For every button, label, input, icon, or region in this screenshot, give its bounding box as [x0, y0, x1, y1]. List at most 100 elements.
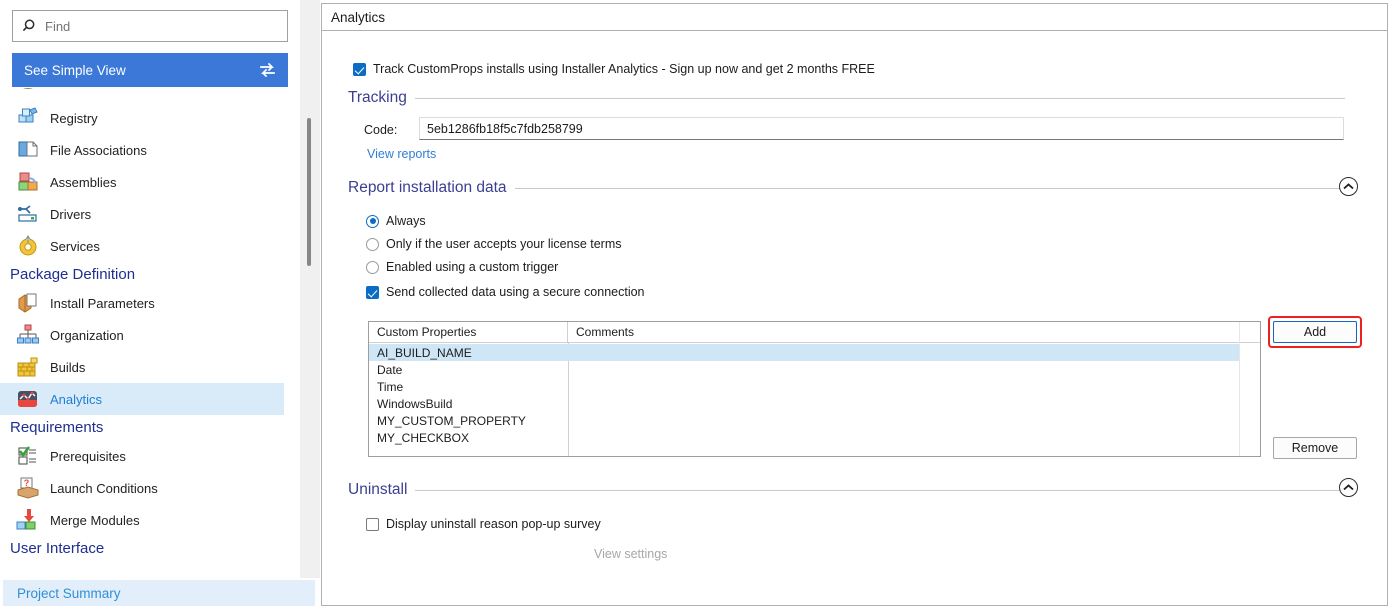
services-icon — [16, 234, 40, 258]
sidebar-item-label: Drivers — [50, 206, 92, 222]
uninstall-survey-label: Display uninstall reason pop-up survey — [386, 517, 601, 531]
sidebar-item-label: Prerequisites — [50, 448, 126, 464]
sidebar: See Simple View — [0, 0, 320, 609]
sidebar-item-partial[interactable] — [0, 88, 300, 102]
uninstall-survey-checkbox-row[interactable]: Display uninstall reason pop-up survey — [366, 517, 601, 531]
table-header-row: Custom Properties Comments — [369, 322, 1260, 343]
see-simple-view-label: See Simple View — [24, 62, 126, 78]
partial-icon — [16, 88, 40, 102]
prerequisites-icon — [16, 444, 40, 468]
search-box[interactable] — [12, 10, 288, 42]
add-button[interactable]: Add — [1273, 321, 1357, 343]
sidebar-item-label: Merge Modules — [50, 512, 140, 528]
sidebar-item-project-summary[interactable]: Project Summary — [3, 580, 315, 606]
sidebar-item-file-associations[interactable]: File Associations — [0, 134, 300, 166]
sidebar-item-registry[interactable]: Registry — [0, 102, 300, 134]
sidebar-scrollbar-thumb[interactable] — [307, 118, 311, 266]
sidebar-item-label: Registry — [50, 110, 98, 126]
report-option-label: Send collected data using a secure conne… — [386, 285, 645, 299]
page-title-bar: Analytics — [321, 3, 1388, 31]
view-settings-label: View settings — [594, 547, 668, 561]
radio-custom-trigger[interactable] — [366, 260, 379, 274]
table-header-custom-properties[interactable]: Custom Properties — [369, 322, 568, 342]
report-installation-data-title: Report installation data — [348, 179, 507, 196]
sidebar-item-prerequisites[interactable]: Prerequisites — [0, 440, 300, 472]
view-settings-link[interactable]: View settings — [594, 547, 667, 561]
report-option-label: Enabled using a custom trigger — [386, 260, 559, 274]
sidebar-item-launch-conditions[interactable]: ? Launch Conditions — [0, 472, 300, 504]
sidebar-item-organization[interactable]: Organization — [0, 319, 300, 351]
tracking-section-title: Tracking — [348, 89, 407, 106]
see-simple-view-button[interactable]: See Simple View — [12, 53, 288, 87]
table-row[interactable]: AI_BUILD_NAME — [369, 344, 1239, 361]
report-installation-data-collapse-button[interactable] — [1339, 177, 1358, 196]
merge-modules-icon — [16, 508, 40, 532]
report-installation-data-section-header: Report installation data — [348, 179, 1360, 197]
table-row[interactable]: MY_CHECKBOX — [369, 429, 1239, 446]
chevron-up-icon — [1343, 183, 1354, 190]
main-panel: Analytics Track CustomProps installs usi… — [321, 3, 1388, 606]
code-label-text: Code: — [364, 123, 398, 137]
sidebar-item-drivers[interactable]: Drivers — [0, 198, 300, 230]
table-row[interactable]: MY_CUSTOM_PROPERTY — [369, 412, 1239, 429]
search-icon — [22, 19, 35, 32]
analytics-icon — [16, 387, 40, 411]
tracking-code-input[interactable]: 5eb1286fb18f5c7fdb258799 — [419, 117, 1344, 140]
sidebar-item-install-parameters[interactable]: Install Parameters — [0, 287, 300, 319]
table-cell-property: Time — [377, 379, 404, 394]
sidebar-item-analytics[interactable]: Analytics — [0, 383, 284, 415]
sidebar-item-builds[interactable]: Builds — [0, 351, 300, 383]
report-option-label: Always — [386, 214, 426, 228]
organization-icon — [16, 323, 40, 347]
radio-license-terms[interactable] — [366, 237, 379, 251]
assemblies-icon — [16, 170, 40, 194]
sidebar-item-assemblies[interactable]: Assemblies — [0, 166, 300, 198]
drivers-icon — [16, 202, 40, 226]
checkbox-secure-connection[interactable] — [366, 285, 379, 299]
add-button-label: Add — [1303, 325, 1327, 339]
remove-button-label: Remove — [1291, 441, 1339, 455]
sidebar-scrollbar-track[interactable] — [300, 0, 320, 578]
table-cell-property: MY_CHECKBOX — [377, 430, 470, 445]
table-row[interactable]: Date — [369, 361, 1239, 378]
sidebar-item-label: File Associations — [50, 142, 147, 158]
table-row[interactable]: Time — [369, 378, 1239, 395]
table-row[interactable]: WindowsBuild — [369, 395, 1239, 412]
registry-icon — [16, 106, 40, 130]
svg-text:?: ? — [24, 478, 30, 488]
uninstall-survey-checkbox[interactable] — [366, 517, 379, 531]
sidebar-item-label: Analytics — [50, 391, 103, 407]
table-body: AI_BUILD_NAME Date Time WindowsBuild MY_… — [369, 344, 1239, 446]
table-cell-property: AI_BUILD_NAME — [377, 345, 472, 360]
sidebar-item-label: Organization — [50, 327, 124, 343]
sidebar-item-services[interactable]: Services — [0, 230, 300, 262]
main-content: Track CustomProps installs using Install… — [321, 31, 1388, 606]
sidebar-item-label: Builds — [50, 359, 86, 375]
report-option-custom-trigger[interactable]: Enabled using a custom trigger — [366, 260, 558, 274]
remove-button[interactable]: Remove — [1273, 437, 1357, 459]
sidebar-item-label: Assemblies — [50, 174, 117, 190]
launch-conditions-icon: ? — [16, 476, 40, 500]
sidebar-group-package-definition: Package Definition — [10, 266, 136, 283]
track-installs-label: Track CustomProps installs using Install… — [373, 62, 875, 76]
sidebar-item-merge-modules[interactable]: Merge Modules — [0, 504, 300, 536]
sidebar-item-label: Install Parameters — [50, 295, 155, 311]
uninstall-collapse-button[interactable] — [1339, 478, 1358, 497]
report-option-license-terms[interactable]: Only if the user accepts your license te… — [366, 237, 622, 251]
section-divider-line — [514, 187, 1342, 189]
sidebar-item-label: Services — [50, 238, 100, 254]
page-title: Analytics — [331, 9, 386, 25]
builds-icon — [16, 355, 40, 379]
report-option-label: Only if the user accepts your license te… — [386, 237, 622, 251]
install-parameters-icon — [16, 291, 40, 315]
table-header-comments[interactable]: Comments — [568, 322, 1260, 342]
report-option-always[interactable]: Always — [366, 214, 426, 228]
search-input[interactable] — [43, 17, 279, 35]
track-installs-checkbox-row[interactable]: Track CustomProps installs using Install… — [353, 62, 875, 76]
report-option-secure-connection[interactable]: Send collected data using a secure conne… — [366, 285, 645, 299]
radio-always[interactable] — [366, 214, 379, 228]
track-installs-checkbox[interactable] — [353, 62, 366, 76]
section-divider-line — [414, 97, 1345, 99]
custom-properties-table[interactable]: Custom Properties Comments AI_BUILD_NAME… — [368, 321, 1261, 457]
view-reports-link[interactable]: View reports — [367, 147, 436, 161]
